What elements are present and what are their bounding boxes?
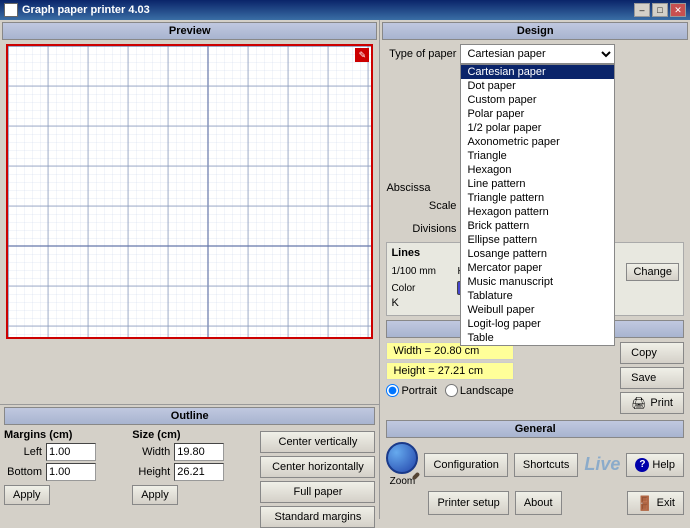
type-label: Type of paper <box>386 48 456 60</box>
about-button[interactable]: About <box>515 491 562 515</box>
k-label: K <box>391 297 398 309</box>
left-input[interactable] <box>46 443 96 461</box>
preview-header: Preview <box>2 22 377 40</box>
help-button[interactable]: ? Help <box>626 453 684 477</box>
dropdown-item-losange[interactable]: Losange pattern <box>461 247 614 261</box>
type-dropdown[interactable]: Cartesian paper Dot paper Custom paper P… <box>460 44 615 64</box>
dropdown-item-hexagon[interactable]: Hexagon <box>461 163 614 177</box>
close-button[interactable]: ✕ <box>670 3 686 17</box>
bottom-input[interactable] <box>46 463 96 481</box>
type-dropdown-popup: Cartesian paper Dot paper Custom paper P… <box>460 64 615 346</box>
maximize-button[interactable]: □ <box>652 3 668 17</box>
watermark: Live <box>584 454 620 475</box>
design-header: Design <box>382 22 688 40</box>
dropdown-item-ellipse[interactable]: Ellipse pattern <box>461 233 614 247</box>
height-input[interactable] <box>174 463 224 481</box>
apply-size-button[interactable]: Apply <box>132 485 178 505</box>
dropdown-item-table[interactable]: Table <box>461 331 614 345</box>
left-label: Left <box>4 446 42 458</box>
width-input[interactable] <box>174 443 224 461</box>
dropdown-item-linepattern[interactable]: Line pattern <box>461 177 614 191</box>
divisions-label: Divisions <box>386 223 456 235</box>
portrait-option[interactable]: Portrait <box>386 384 436 397</box>
minimize-button[interactable]: – <box>634 3 650 17</box>
dropdown-item-music[interactable]: Music manuscript <box>461 275 614 289</box>
scale-label: Scale <box>386 200 456 212</box>
zoom-icon[interactable] <box>386 442 418 474</box>
dropdown-item-tablature[interactable]: Tablature <box>461 289 614 303</box>
configuration-button[interactable]: Configuration <box>424 453 507 477</box>
change-button[interactable]: Change <box>626 263 679 281</box>
general-header: General <box>386 420 684 438</box>
save-button[interactable]: Save <box>620 367 684 389</box>
dropdown-item-cartesian[interactable]: Cartesian paper <box>461 65 614 79</box>
app-icon <box>4 3 18 17</box>
exit-icon: 🚪 <box>636 495 653 512</box>
dropdown-item-weibull[interactable]: Weibull paper <box>461 303 614 317</box>
copy-button[interactable]: Copy <box>620 342 684 364</box>
app-title: Graph paper printer 4.03 <box>22 4 150 16</box>
landscape-radio[interactable] <box>445 384 458 397</box>
apply-margins-button[interactable]: Apply <box>4 485 50 505</box>
dropdown-item-mercator[interactable]: Mercator paper <box>461 261 614 275</box>
size-label: Size (cm) <box>132 429 252 441</box>
width-label: Width <box>132 446 170 458</box>
type-dropdown-container: Cartesian paper Dot paper Custom paper P… <box>460 44 615 64</box>
standard-margins-button[interactable]: Standard margins <box>260 506 375 528</box>
center-vertically-button[interactable]: Center vertically <box>260 431 375 453</box>
dropdown-item-custom[interactable]: Custom paper <box>461 93 614 107</box>
landscape-option[interactable]: Landscape <box>445 384 514 397</box>
portrait-radio[interactable] <box>386 384 399 397</box>
preview-area: ✎ <box>6 44 373 339</box>
dropdown-item-hexpattern[interactable]: Hexagon pattern <box>461 205 614 219</box>
printer-icon: 🖨 <box>631 396 646 410</box>
exit-button[interactable]: 🚪 Exit <box>627 491 684 515</box>
help-icon: ? <box>635 458 649 472</box>
paper-height-info: Height = 27.21 cm <box>386 362 513 380</box>
printer-setup-button[interactable]: Printer setup <box>428 491 508 515</box>
print-button[interactable]: 🖨 Print <box>620 392 684 414</box>
bottom-label: Bottom <box>4 466 42 478</box>
height-label: Height <box>132 466 170 478</box>
dropdown-item-triangle[interactable]: Triangle <box>461 149 614 163</box>
edit-icon[interactable]: ✎ <box>355 48 369 62</box>
outline-header: Outline <box>4 407 375 425</box>
full-paper-button[interactable]: Full paper <box>260 481 375 503</box>
dropdown-item-polar[interactable]: Polar paper <box>461 107 614 121</box>
dropdown-item-axono[interactable]: Axonometric paper <box>461 135 614 149</box>
dropdown-item-logit[interactable]: Logit-log paper <box>461 317 614 331</box>
grid-preview <box>8 46 371 337</box>
color-label: Color <box>391 283 451 294</box>
title-bar: Graph paper printer 4.03 – □ ✕ <box>0 0 690 20</box>
dropdown-item-tripattern[interactable]: Triangle pattern <box>461 191 614 205</box>
dropdown-item-halfpolar[interactable]: 1/2 polar paper <box>461 121 614 135</box>
margins-label: Margins (cm) <box>4 429 124 441</box>
center-horizontally-button[interactable]: Center horizontally <box>260 456 375 478</box>
dropdown-item-dot[interactable]: Dot paper <box>461 79 614 93</box>
dropdown-item-brick[interactable]: Brick pattern <box>461 219 614 233</box>
shortcuts-button[interactable]: Shortcuts <box>514 453 578 477</box>
abscissa-label: Abscissa <box>386 182 430 194</box>
per100mm-label: 1/100 mm <box>391 266 451 277</box>
